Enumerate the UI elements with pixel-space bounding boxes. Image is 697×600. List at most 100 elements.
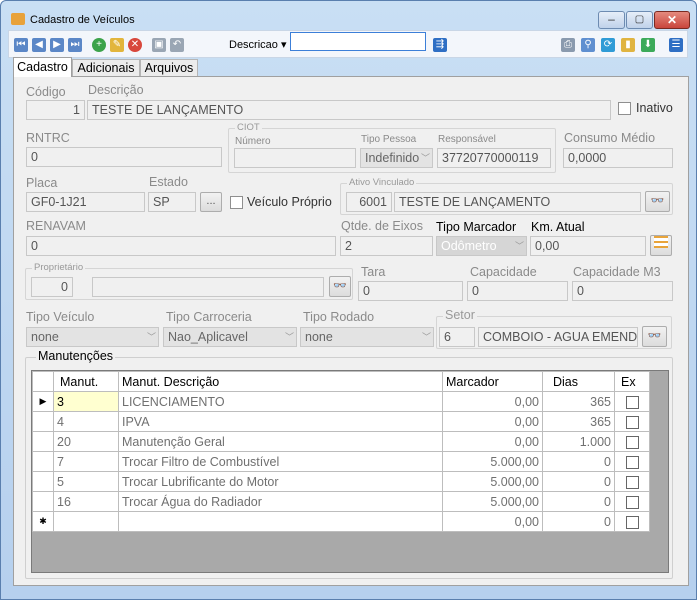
descricao-field[interactable]: TESTE DE LANÇAMENTO [87, 100, 611, 120]
close-button[interactable]: ✕ [654, 11, 690, 29]
marcador-cell[interactable]: 5.000,00 [442, 491, 543, 512]
dias-cell[interactable]: 0 [542, 471, 615, 492]
column-header-dias[interactable]: Dias [542, 371, 615, 392]
ex-checkbox[interactable] [625, 495, 639, 509]
marcador-cell[interactable]: 0,00 [442, 391, 543, 412]
table-row[interactable]: 20 Manutenção Geral 0,00 1.000 [32, 431, 650, 452]
ativo-nome-field[interactable]: TESTE DE LANÇAMENTO [394, 192, 641, 212]
descricao-cell[interactable]: Manutenção Geral [118, 431, 443, 452]
manut-cell[interactable]: 20 [53, 431, 119, 452]
manut-cell[interactable]: 4 [53, 411, 119, 432]
proprietario-codigo-field[interactable]: 0 [31, 277, 73, 297]
column-header-descricao[interactable]: Manut. Descrição [118, 371, 443, 392]
table-row[interactable]: 5 Trocar Lubrificante do Motor 5.000,00 0 [32, 471, 650, 492]
row-selector[interactable] [32, 451, 54, 472]
marcador-cell[interactable]: 0,00 [442, 511, 543, 532]
ex-cell[interactable] [614, 491, 650, 512]
manut-cell[interactable]: 5 [53, 471, 119, 492]
ex-checkbox[interactable] [625, 415, 639, 429]
veiculo-proprio-checkbox[interactable] [230, 196, 243, 209]
renavam-field[interactable]: 0 [26, 236, 336, 256]
save-icon[interactable]: ▣ [152, 38, 166, 52]
estado-lookup-button[interactable]: ... [200, 192, 222, 212]
consumo-field[interactable]: 0,0000 [563, 148, 673, 168]
descricao-cell[interactable]: LICENCIAMENTO [118, 391, 443, 412]
print-icon[interactable]: ⎙ [561, 38, 575, 52]
tipo-veiculo-select[interactable]: none ﹀ [26, 327, 159, 347]
marcador-cell[interactable]: 0,00 [442, 431, 543, 452]
search-icon[interactable]: ⇶ [433, 38, 447, 52]
ex-checkbox[interactable] [625, 435, 639, 449]
km-atual-field[interactable]: 0,00 [530, 236, 646, 256]
edit-icon[interactable]: ✎ [110, 38, 124, 52]
maximize-button[interactable]: ▢ [626, 11, 653, 29]
descricao-cell[interactable]: Trocar Filtro de Combustível [118, 451, 443, 472]
table-row[interactable]: 16 Trocar Água do Radiador 5.000,00 0 [32, 491, 650, 512]
add-icon[interactable]: + [92, 38, 106, 52]
tipo-carroceria-select[interactable]: Nao_Aplicavel ﹀ [163, 327, 297, 347]
proprietario-nome-field[interactable] [92, 277, 324, 297]
eixos-field[interactable]: 2 [340, 236, 433, 256]
tipo-rodado-select[interactable]: none ﹀ [300, 327, 434, 347]
ativo-lookup-button[interactable]: 👓 [645, 191, 670, 212]
tara-field[interactable]: 0 [358, 281, 463, 301]
tipo-marcador-select[interactable]: Odômetro ﹀ [436, 236, 527, 256]
search-input[interactable] [290, 32, 426, 51]
previous-record-icon[interactable]: ◀ [32, 38, 46, 52]
ex-cell[interactable] [614, 411, 650, 432]
dias-cell[interactable]: 365 [542, 411, 615, 432]
dias-cell[interactable]: 1.000 [542, 431, 615, 452]
tipo-pessoa-select[interactable]: Indefinido ﹀ [360, 148, 433, 168]
marcador-cell[interactable]: 5.000,00 [442, 451, 543, 472]
download-icon[interactable]: ⬇ [641, 38, 655, 52]
manut-cell[interactable]: 3 [53, 391, 119, 412]
tab-adicionais[interactable]: Adicionais [72, 59, 140, 77]
ex-cell[interactable] [614, 451, 650, 472]
last-record-icon[interactable]: ⏭ [68, 38, 82, 52]
ex-checkbox[interactable] [625, 395, 639, 409]
responsavel-field[interactable]: 37720770000119 [437, 148, 551, 168]
codigo-field[interactable]: 1 [26, 100, 85, 120]
descricao-cell[interactable]: Trocar Água do Radiador [118, 491, 443, 512]
row-selector[interactable] [32, 411, 54, 432]
dias-cell[interactable]: 0 [542, 511, 615, 532]
descricao-cell[interactable] [118, 511, 443, 532]
row-selector[interactable] [32, 471, 54, 492]
ex-cell[interactable] [614, 391, 650, 412]
tab-cadastro[interactable]: Cadastro [13, 57, 72, 77]
delete-icon[interactable]: ✕ [128, 38, 142, 52]
dias-cell[interactable]: 365 [542, 391, 615, 412]
undo-icon[interactable]: ↶ [170, 38, 184, 52]
manut-cell[interactable]: 7 [53, 451, 119, 472]
marcador-cell[interactable]: 0,00 [442, 411, 543, 432]
capacidade-m3-field[interactable]: 0 [572, 281, 673, 301]
export-icon[interactable]: ▮ [621, 38, 635, 52]
estado-field[interactable]: SP [148, 192, 196, 212]
capacidade-field[interactable]: 0 [467, 281, 568, 301]
descricao-cell[interactable]: IPVA [118, 411, 443, 432]
setor-nome-field[interactable]: COMBOIO - AGUA EMENDA [478, 327, 638, 347]
minimize-button[interactable]: ‒ [598, 11, 625, 29]
inativo-checkbox[interactable] [618, 102, 631, 115]
ex-checkbox[interactable] [625, 455, 639, 469]
row-selector[interactable]: ✱ [32, 511, 54, 532]
row-selector[interactable] [32, 431, 54, 452]
setor-codigo-field[interactable]: 6 [439, 327, 475, 347]
ex-cell[interactable] [614, 471, 650, 492]
column-header-marcador[interactable]: Marcador [442, 371, 543, 392]
ex-checkbox[interactable] [625, 515, 639, 529]
manut-cell[interactable] [53, 511, 119, 532]
search-field-selector[interactable]: Descricao ▾ [229, 38, 286, 51]
manut-cell[interactable]: 16 [53, 491, 119, 512]
filter-icon[interactable]: ⚲ [581, 38, 595, 52]
table-row[interactable]: 7 Trocar Filtro de Combustível 5.000,00 0 [32, 451, 650, 472]
ativo-codigo-field[interactable]: 6001 [346, 192, 392, 212]
marcador-cell[interactable]: 5.000,00 [442, 471, 543, 492]
table-row[interactable]: 4 IPVA 0,00 365 [32, 411, 650, 432]
placa-field[interactable]: GF0-1J21 [26, 192, 145, 212]
first-record-icon[interactable]: ⏮ [14, 38, 28, 52]
row-selector[interactable]: ▶ [32, 391, 54, 412]
column-header-manut[interactable]: Manut. [53, 371, 119, 392]
setor-lookup-button[interactable]: 👓 [642, 326, 667, 347]
tab-arquivos[interactable]: Arquivos [140, 59, 198, 77]
